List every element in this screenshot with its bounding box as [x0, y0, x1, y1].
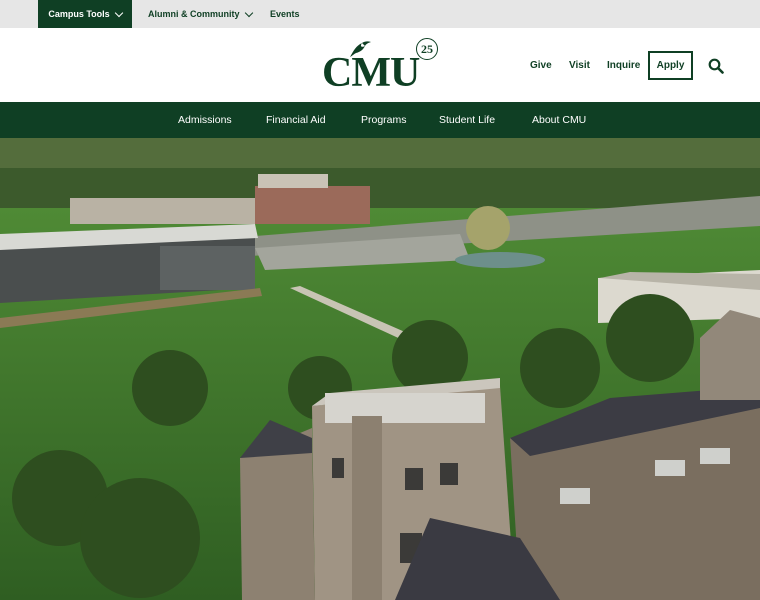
utility-events-label: Events — [270, 9, 300, 19]
visit-link[interactable]: Visit — [569, 60, 590, 71]
site-header: CMU 25 Give Visit Inquire — [0, 28, 760, 102]
logo-anniversary-badge: 25 — [416, 38, 438, 60]
cmu-logo[interactable]: CMU 25 — [320, 38, 442, 94]
utility-bar: Campus Tools Alumni & Community Events — [0, 0, 760, 28]
main-nav: Admissions Financial Aid Programs Studen… — [0, 102, 760, 138]
utility-alumni-community-label: Alumni & Community — [148, 9, 240, 19]
chevron-down-icon — [244, 8, 253, 17]
nav-about-cmu[interactable]: About CMU — [532, 114, 586, 126]
give-link[interactable]: Give — [530, 60, 552, 71]
search-icon[interactable] — [708, 58, 724, 74]
utility-alumni-community[interactable]: Alumni & Community — [148, 0, 253, 28]
inquire-link[interactable]: Inquire — [607, 60, 640, 71]
nav-programs[interactable]: Programs — [361, 114, 407, 126]
utility-campus-tools[interactable]: Campus Tools — [38, 0, 132, 28]
nav-financial-aid[interactable]: Financial Aid — [266, 114, 326, 126]
hero-aerial-illustration — [0, 138, 760, 600]
utility-events[interactable]: Events — [270, 0, 300, 28]
logo-wordmark: CMU — [322, 50, 420, 96]
nav-student-life[interactable]: Student Life — [439, 114, 495, 126]
nav-admissions[interactable]: Admissions — [178, 114, 232, 126]
apply-button[interactable]: Apply — [648, 51, 693, 80]
hero-campus-image — [0, 138, 760, 600]
utility-campus-tools-label: Campus Tools — [48, 9, 110, 19]
chevron-down-icon — [114, 8, 123, 17]
